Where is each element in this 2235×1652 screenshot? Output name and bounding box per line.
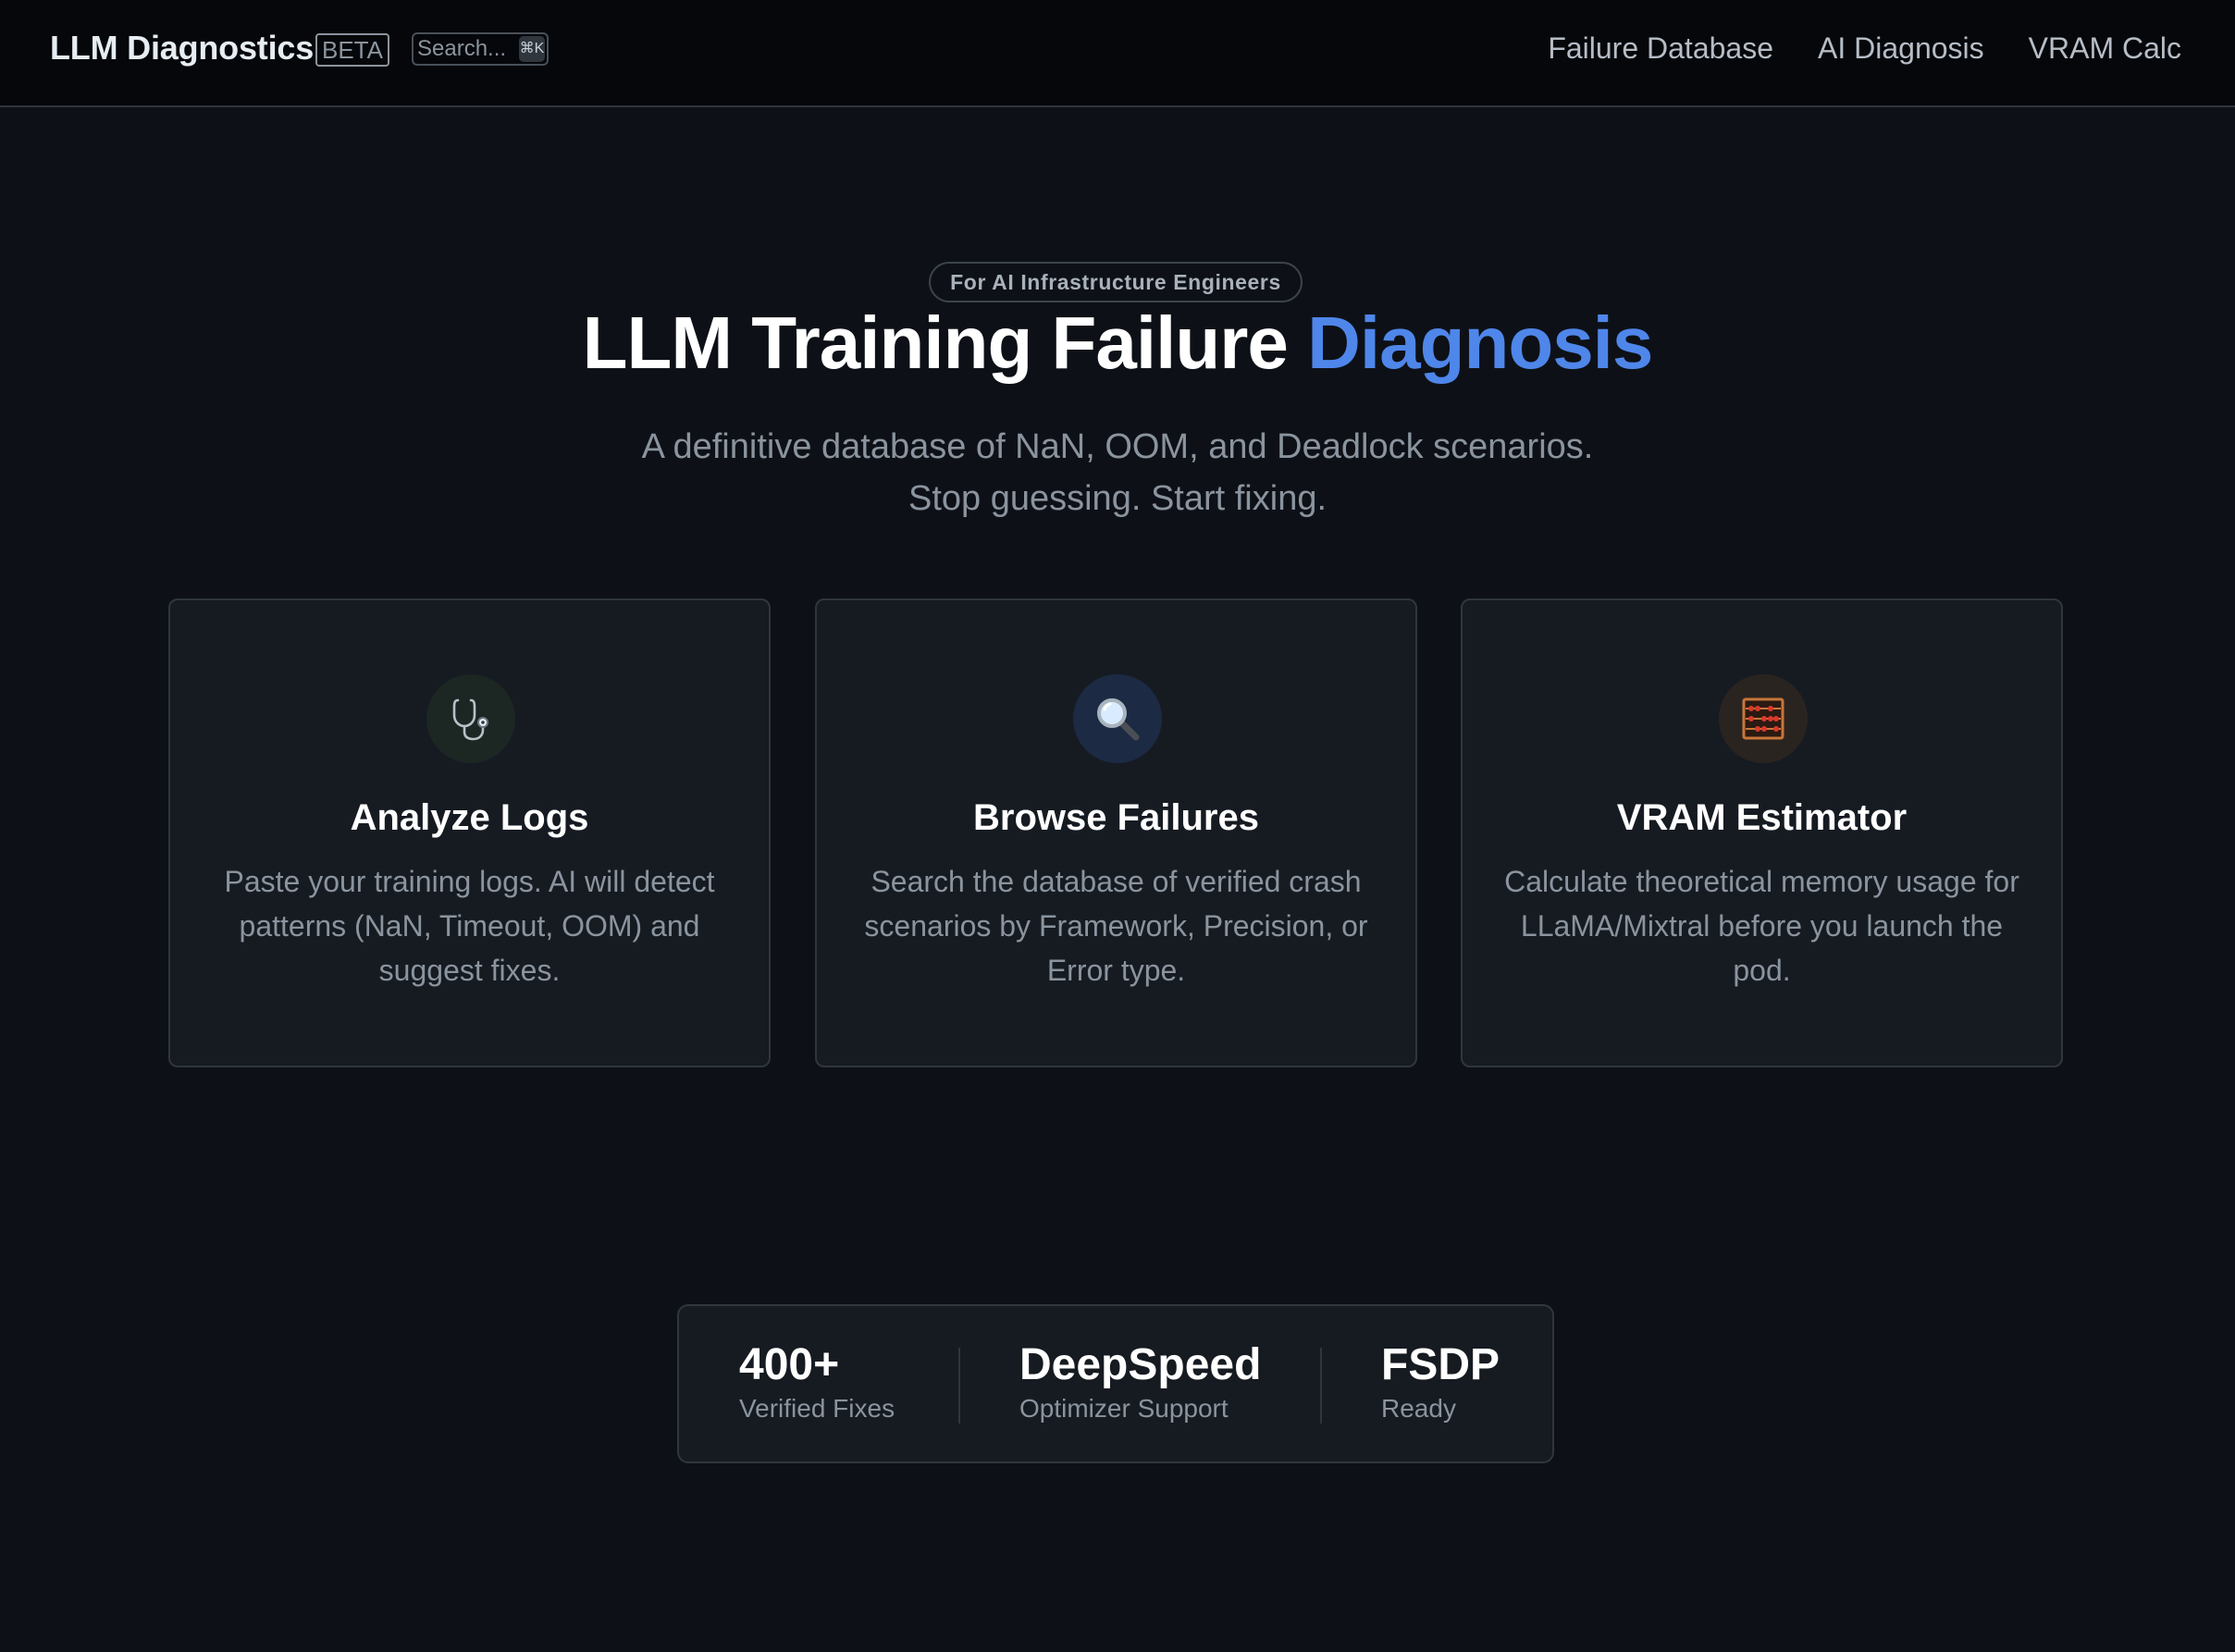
hero-subtitle: A definitive database of NaN, OOM, and D… — [0, 421, 2235, 524]
nav-link-ai-diagnosis[interactable]: AI Diagnosis — [1818, 28, 1984, 68]
card-title: Analyze Logs — [350, 797, 589, 838]
beta-badge: BETA — [315, 33, 389, 67]
nav-links: Failure Database AI Diagnosis VRAM Calc — [1548, 28, 2181, 68]
card-description: Search the database of verified crash sc… — [864, 865, 1368, 987]
stat-divider — [1320, 1348, 1322, 1424]
stat-label: Verified Fixes — [739, 1394, 895, 1423]
hero-subtitle-line-2: Stop guessing. Start fixing. — [908, 479, 1327, 518]
stat-value: DeepSpeed — [1019, 1340, 1262, 1389]
page-title: LLM Training Failure Diagnosis — [0, 296, 2235, 390]
stat-value: 400+ — [739, 1340, 840, 1389]
stat-divider — [958, 1348, 960, 1424]
hero-subtitle-line-1: A definitive database of NaN, OOM, and D… — [641, 427, 1594, 466]
stat-value: FSDP — [1381, 1340, 1500, 1389]
stat-verified-fixes: 400+ Verified Fixes — [739, 1338, 895, 1425]
stat-optimizer-support: DeepSpeed Optimizer Support — [1019, 1338, 1261, 1425]
search-box[interactable]: ⌘K — [412, 32, 549, 66]
navbar: LLM Diagnostics BETA ⌘K Failure Database… — [0, 0, 2235, 107]
card-browse-failures[interactable]: Browse Failures Search the database of v… — [815, 598, 1417, 1067]
page-title-accent: Diagnosis — [1307, 302, 1653, 384]
card-analyze-logs[interactable]: Analyze Logs Paste your training logs. A… — [168, 598, 771, 1067]
brand-logo[interactable]: LLM Diagnostics — [50, 28, 314, 68]
stats-panel: 400+ Verified Fixes DeepSpeed Optimizer … — [677, 1304, 1554, 1463]
card-description: Paste your training logs. AI will detect… — [224, 865, 715, 987]
stat-label: Ready — [1381, 1394, 1456, 1423]
magnifying-glass-icon — [1073, 674, 1162, 763]
nav-link-failure-database[interactable]: Failure Database — [1548, 28, 1773, 68]
card-description: Calculate theoretical memory usage for L… — [1504, 865, 2019, 987]
stat-label: Optimizer Support — [1019, 1394, 1229, 1423]
card-title: VRAM Estimator — [1616, 797, 1908, 838]
page-title-main: LLM Training Failure — [582, 302, 1308, 384]
card-vram-estimator[interactable]: VRAM Estimator Calculate theoretical mem… — [1461, 598, 2063, 1067]
card-title: Browse Failures — [972, 797, 1259, 838]
nav-link-vram-calc[interactable]: VRAM Calc — [2029, 28, 2181, 68]
abacus-icon — [1719, 674, 1808, 763]
stat-fsdp-ready: FSDP Ready — [1381, 1338, 1500, 1425]
stethoscope-icon — [426, 674, 515, 763]
search-input[interactable] — [414, 34, 515, 64]
keyboard-shortcut-hint: ⌘K — [519, 36, 545, 62]
